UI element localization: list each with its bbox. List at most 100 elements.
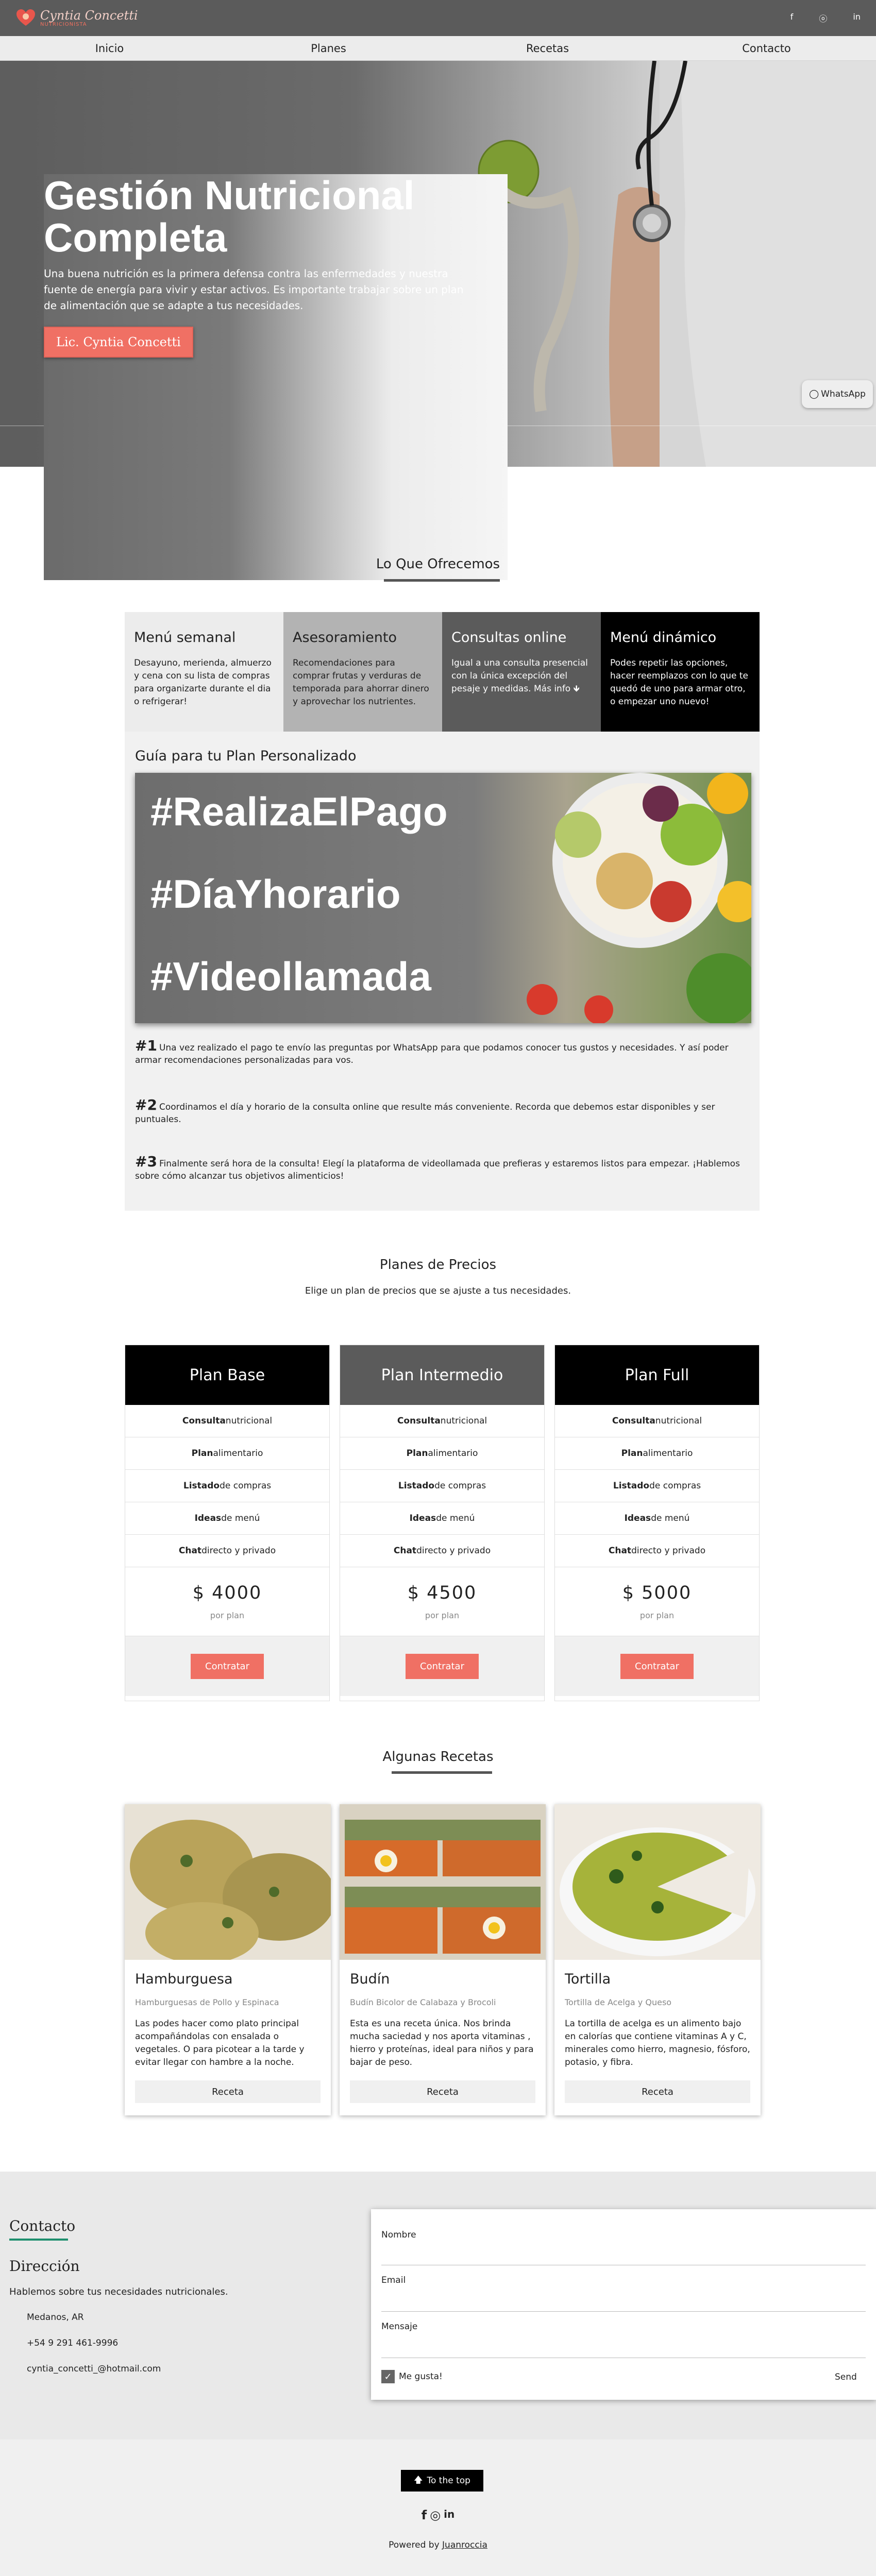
instagram-icon[interactable]: ◎ (430, 2508, 441, 2522)
brand-logo[interactable]: Cyntia Concetti NUTRICIONISTA (15, 8, 138, 28)
plan-period: por plan (210, 1611, 245, 1620)
arrow-up-icon: 🡅 (414, 2475, 423, 2485)
offer-title: Menú semanal (134, 630, 236, 646)
offer-title: Asesoramiento (293, 630, 397, 646)
plan-feature: Listado de compras (340, 1470, 544, 1502)
contact-form: Nombre Email Mensaje ✓ Me gusta! Send (371, 2209, 876, 2400)
plan-period: por plan (425, 1611, 460, 1620)
footer-social-links: f ◎ in (0, 2508, 876, 2522)
plan-name: Plan Full (555, 1345, 759, 1405)
recipe-description: Las podes hacer como plato principal aco… (135, 2019, 305, 2067)
plan-feature: Listado de compras (555, 1470, 759, 1502)
plan-feature: Chat directo y privado (555, 1535, 759, 1567)
plan-feature: Consulta nutricional (340, 1405, 544, 1437)
plan-card-intermedio: Plan Intermedio Consulta nutricional Pla… (340, 1345, 545, 1701)
author-link[interactable]: Juanroccia (442, 2540, 487, 2550)
recipe-subtitle: Hamburguesas de Pollo y Espinaca (135, 1997, 279, 2007)
plan-name: Plan Base (125, 1345, 329, 1405)
plan-price: $ 4500 (407, 1583, 477, 1603)
whatsapp-label: WhatsApp (821, 389, 866, 399)
hero-text: Una buena nutrición es la primera defens… (44, 267, 464, 312)
food-bowl-image (527, 773, 751, 1023)
offer-card: Asesoramiento Recomendaciones para compr… (283, 612, 442, 732)
whatsapp-icon: ◯ (809, 389, 819, 399)
message-label: Mensaje (381, 2321, 418, 2332)
plan-feature: Ideas de menú (555, 1502, 759, 1535)
to-the-top-label: To the top (427, 2476, 470, 2486)
plan-feature: Plan alimentario (125, 1437, 329, 1470)
recipe-button[interactable]: Receta (565, 2080, 750, 2103)
recipe-subtitle: Tortilla de Acelga y Queso (565, 1997, 672, 2007)
recipes-title: Algunas Recetas (382, 1749, 494, 1765)
instagram-icon[interactable]: ⓞ (819, 12, 827, 24)
whatsapp-button[interactable]: ◯ WhatsApp (802, 380, 873, 408)
email-field[interactable] (381, 2311, 866, 2312)
hero-title: Gestión Nutricional Completa (44, 174, 508, 580)
recipe-card: Hamburguesa Hamburguesas de Pollo y Espi… (125, 1804, 331, 2115)
recipe-subtitle: Budín Bicolor de Calabaza y Brocoli (350, 1997, 496, 2007)
recipe-name: Hamburguesa (135, 1971, 233, 1987)
step-number: #2 (135, 1096, 157, 1113)
step-number: #3 (135, 1153, 157, 1170)
contratar-button[interactable]: Contratar (406, 1653, 479, 1679)
guide-tag: #RealizaElPago (150, 789, 448, 834)
contact-title: Contacto (9, 2217, 76, 2234)
contact-title-underline (9, 2239, 68, 2241)
step-text: Finalmente será hora de la consulta! Ele… (135, 1159, 740, 1181)
guide-step: #2 Coordinamos el día y horario de la con… (135, 1096, 751, 1126)
contratar-button[interactable]: Contratar (191, 1653, 264, 1679)
nav-contacto[interactable]: Contacto (689, 42, 844, 55)
recipe-image (340, 1804, 546, 1960)
plan-name: Plan Intermedio (340, 1345, 544, 1405)
contratar-button[interactable]: Contratar (620, 1653, 694, 1679)
nav-planes[interactable]: Planes (251, 42, 406, 55)
hero-cta-button[interactable]: Lic. Cyntia Concetti (44, 327, 193, 358)
offers-grid: Menú semanal Desayuno, merienda, almuerz… (125, 612, 760, 732)
heart-logo-icon (16, 9, 35, 26)
checkbox-checked-icon[interactable]: ✓ (381, 2370, 395, 2383)
plan-card-full: Plan Full Consulta nutricional Plan alim… (554, 1345, 760, 1701)
recipe-image (554, 1804, 761, 1960)
plan-price: $ 5000 (622, 1583, 692, 1603)
linkedin-icon[interactable]: in (444, 2508, 454, 2522)
plan-period: por plan (639, 1611, 675, 1620)
like-label: Me gusta! (399, 2371, 443, 2382)
plan-footer: Contratar (125, 1636, 329, 1696)
recipe-button[interactable]: Receta (350, 2080, 535, 2103)
plan-feature: Ideas de menú (125, 1502, 329, 1535)
to-the-top-button[interactable]: 🡅 To the top (401, 2470, 483, 2492)
contact-location: Medanos, AR (27, 2312, 84, 2323)
recipe-image (125, 1804, 331, 1960)
brand-name: Cyntia Concetti (40, 8, 138, 23)
plan-feature: Plan alimentario (555, 1437, 759, 1470)
guide-step: #3 Finalmente será hora de la consulta! E… (135, 1153, 751, 1182)
recipe-description: Esta es una receta única. Nos brinda muc… (350, 2019, 534, 2067)
plan-feature: Consulta nutricional (555, 1405, 759, 1437)
linkedin-icon[interactable]: in (853, 12, 861, 24)
facebook-icon[interactable]: f (790, 12, 794, 24)
like-checkbox-row[interactable]: ✓ Me gusta! (381, 2370, 443, 2383)
nav-inicio[interactable]: Inicio (32, 42, 187, 55)
plan-feature: Listado de compras (125, 1470, 329, 1502)
step-text: Una vez realizado el pago te envío las p… (135, 1043, 729, 1065)
plan-price-block: $ 4000 por plan (125, 1567, 329, 1636)
powered-by: Powered by Juanroccia (0, 2540, 876, 2550)
guide-title: Guía para tu Plan Personalizado (135, 748, 357, 764)
recipes-title-underline (392, 1771, 492, 1774)
recipe-card: Budín Budín Bicolor de Calabaza y Brocol… (340, 1804, 546, 2115)
send-button[interactable]: Send (835, 2372, 857, 2382)
offer-card[interactable]: Consultas online Igual a una consulta pr… (442, 612, 601, 732)
offer-text: Recomendaciones para comprar frutas y ve… (293, 658, 429, 707)
top-bar: Cyntia Concetti NUTRICIONISTA f ⓞ in (0, 0, 876, 36)
contact-phone[interactable]: +54 9 291 461-9996 (27, 2338, 118, 2348)
nav-recetas[interactable]: Recetas (470, 42, 625, 55)
recipe-card: Tortilla Tortilla de Acelga y Queso La t… (554, 1804, 761, 2115)
recipe-button[interactable]: Receta (135, 2080, 321, 2103)
plan-feature: Plan alimentario (340, 1437, 544, 1470)
offers-title-underline (384, 579, 500, 582)
plan-card-base: Plan Base Consulta nutricional Plan alim… (125, 1345, 330, 1701)
plan-footer: Contratar (555, 1636, 759, 1696)
guide-image: #RealizaElPago #DíaYhorario #Videollamad… (135, 773, 751, 1023)
facebook-icon[interactable]: f (422, 2508, 427, 2522)
contact-email[interactable]: cyntia_concetti_@hotmail.com (27, 2364, 161, 2374)
